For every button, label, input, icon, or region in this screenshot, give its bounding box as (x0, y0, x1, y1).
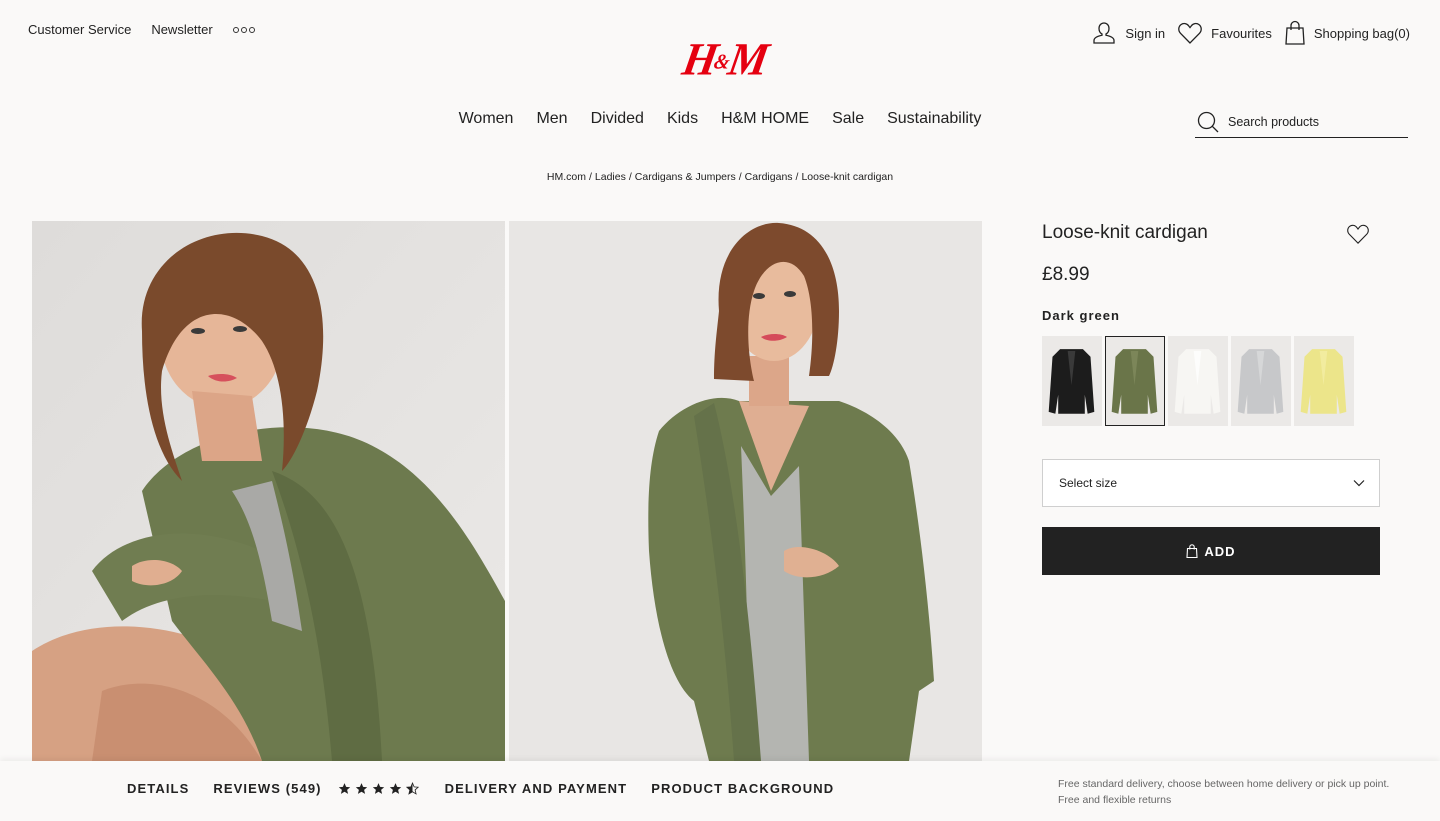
tab-reviews[interactable]: REVIEWS (549) (213, 781, 321, 796)
customer-service-link[interactable]: Customer Service (28, 22, 131, 37)
user-icon (1093, 22, 1116, 44)
nav-men[interactable]: Men (536, 110, 567, 127)
shopping-bag-icon (1186, 544, 1198, 558)
cardigan-thumbnail (1237, 349, 1284, 414)
product-gallery (32, 221, 982, 761)
product-tabs: DETAILS REVIEWS (549) DELIVERY AND PAYME… (127, 781, 858, 796)
breadcrumb-cardigans[interactable]: Cardigans (745, 171, 793, 183)
add-button-label: ADD (1204, 543, 1236, 559)
heart-icon (1347, 224, 1369, 244)
heart-icon (1178, 22, 1203, 44)
size-select[interactable]: Select size (1042, 459, 1380, 507)
selected-color-label: Dark green (1042, 308, 1120, 323)
color-swatches (1042, 336, 1380, 426)
shopping-bag-label: Shopping bag(0) (1313, 25, 1410, 41)
favourites-link[interactable]: Favourites (1177, 21, 1272, 45)
product-image-1-art (32, 221, 505, 761)
hm-logo[interactable]: H&M (679, 34, 770, 85)
nav-women[interactable]: Women (459, 110, 514, 127)
breadcrumb-ladies[interactable]: Ladies (595, 171, 626, 183)
nav-sale[interactable]: Sale (832, 110, 864, 127)
cardigan-thumbnail (1300, 349, 1347, 414)
swatch-light-yellow[interactable] (1294, 336, 1354, 426)
logo-text: H&M (678, 33, 770, 88)
star-full-icon (355, 783, 367, 794)
swatch-black[interactable] (1042, 336, 1102, 426)
cardigan-thumbnail (1048, 349, 1095, 414)
tab-product-background[interactable]: PRODUCT BACKGROUND (651, 781, 834, 796)
swatch-light-grey[interactable] (1231, 336, 1291, 426)
shopping-bag-link[interactable]: Shopping bag(0) (1284, 20, 1410, 46)
sign-in-link[interactable]: Sign in (1091, 20, 1165, 46)
logo-h: H (678, 33, 720, 86)
tab-details[interactable]: DETAILS (127, 781, 189, 796)
breadcrumb-separator: / (738, 171, 742, 183)
favourites-label: Favourites (1211, 25, 1272, 41)
breadcrumb-separator: / (588, 171, 592, 183)
nav-divided[interactable]: Divided (591, 110, 644, 127)
nav-sustainability[interactable]: Sustainability (887, 110, 981, 127)
cardigan-thumbnail (1111, 349, 1158, 414)
tab-delivery-payment[interactable]: DELIVERY AND PAYMENT (445, 781, 628, 796)
size-select-placeholder: Select size (1059, 476, 1118, 490)
product-image-2-art (509, 221, 982, 761)
newsletter-link[interactable]: Newsletter (151, 22, 212, 37)
nav-hm-home[interactable]: H&M HOME (721, 110, 809, 127)
product-tabs-bar: DETAILS REVIEWS (549) DELIVERY AND PAYME… (0, 761, 1440, 821)
product-info: Loose-knit cardigan £8.99 Dark green Sel… (1042, 219, 1380, 575)
breadcrumb-home[interactable]: HM.com (547, 171, 586, 183)
star-full-icon (338, 783, 350, 794)
product-image-1[interactable] (32, 221, 505, 761)
account-links: Sign in Favourites Shopping bag(0) (1091, 20, 1410, 46)
breadcrumb-separator: / (628, 171, 632, 183)
star-full-icon (389, 783, 401, 794)
cardigan-thumbnail (1174, 349, 1221, 414)
search-bar (1195, 106, 1408, 138)
search-icon[interactable] (1197, 111, 1219, 133)
swatch-dark-green[interactable] (1105, 336, 1165, 426)
add-to-favourites-button[interactable] (1346, 223, 1370, 250)
utility-links: Customer Service Newsletter (28, 22, 255, 37)
star-half-icon (405, 782, 419, 795)
rating-stars[interactable] (338, 782, 419, 795)
star-full-icon (372, 783, 384, 794)
shopping-bag-icon (1285, 20, 1305, 45)
product-title: Loose-knit cardigan (1042, 222, 1208, 243)
delivery-note: Free standard delivery, choose between h… (1058, 778, 1390, 806)
more-dots-icon[interactable] (232, 26, 255, 33)
product-price: £8.99 (1042, 264, 1090, 285)
breadcrumb-separator: / (795, 171, 799, 183)
breadcrumb-cardigans-jumpers[interactable]: Cardigans & Jumpers (635, 171, 736, 183)
breadcrumb-current: Loose-knit cardigan (801, 171, 894, 183)
search-input[interactable] (1228, 114, 1398, 129)
nav-kids[interactable]: Kids (667, 110, 698, 127)
sign-in-label: Sign in (1125, 25, 1166, 41)
breadcrumb: HM.com / Ladies / Cardigans & Jumpers / Cardig… (0, 171, 1440, 183)
swatch-white[interactable] (1168, 336, 1228, 426)
product-image-2[interactable] (509, 221, 982, 761)
chevron-down-icon (1353, 480, 1365, 487)
add-to-bag-button[interactable]: ADD (1042, 527, 1380, 575)
logo-m: M (724, 33, 770, 86)
